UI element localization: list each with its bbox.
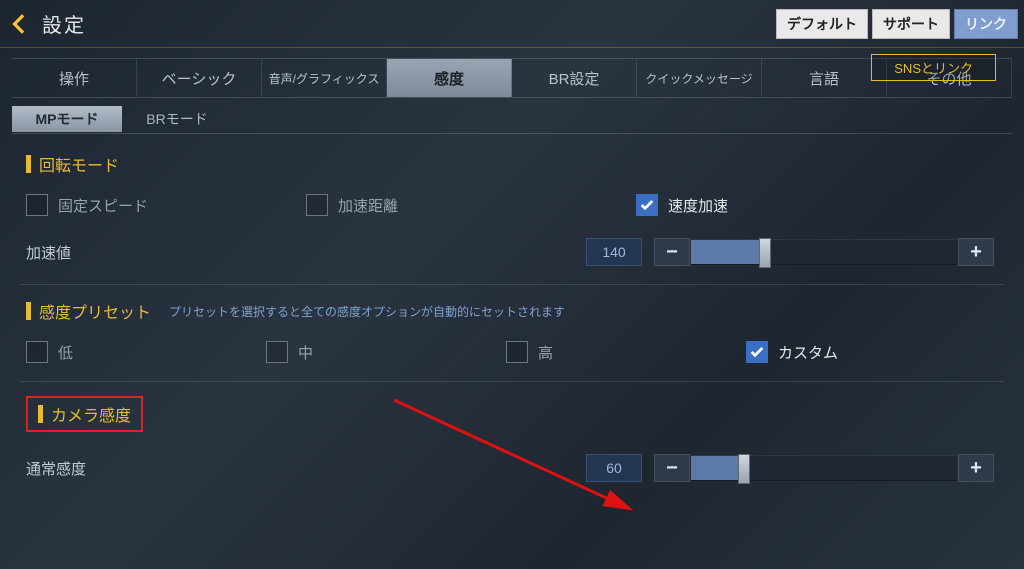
slider-track[interactable] [691, 455, 957, 481]
checkbox-checked-icon [746, 341, 768, 363]
slider-increment[interactable]: + [958, 238, 994, 266]
accel-value-box: 140 [586, 238, 642, 266]
checkbox-icon [26, 194, 48, 216]
option-preset-custom[interactable]: カスタム [746, 341, 986, 363]
slider-knob[interactable] [738, 454, 750, 484]
accel-slider: − + [654, 238, 994, 266]
link-button[interactable]: リンク [954, 9, 1018, 39]
header-bar: 設定 デフォルト サポート リンク [0, 0, 1024, 48]
checkbox-icon [26, 341, 48, 363]
option-speed-accel[interactable]: 速度加速 [636, 194, 876, 216]
option-preset-mid[interactable]: 中 [266, 341, 506, 363]
normal-sens-value: 60 [586, 454, 642, 482]
slider-increment[interactable]: + [958, 454, 994, 482]
tab-basic[interactable]: ベーシック [137, 59, 262, 97]
section-accent-bar [38, 405, 43, 423]
option-fixed-speed[interactable]: 固定スピード [26, 194, 306, 216]
option-label: 低 [58, 342, 73, 363]
tab-sensitivity[interactable]: 感度 [387, 59, 512, 97]
section-accent-bar [26, 302, 31, 320]
page-title: 設定 [42, 9, 86, 38]
sns-link-badge[interactable]: SNSとリンク [871, 54, 996, 81]
accel-value-label: 加速値 [26, 242, 586, 263]
tab-language[interactable]: 言語 [762, 59, 887, 97]
section-camera: カメラ感度 通常感度 60 − + [20, 382, 1004, 490]
tab-br-settings[interactable]: BR設定 [512, 59, 637, 97]
option-preset-low[interactable]: 低 [26, 341, 266, 363]
subtab-mp[interactable]: MPモード [12, 106, 122, 132]
support-button[interactable]: サポート [872, 9, 950, 39]
back-icon[interactable] [6, 9, 36, 39]
preset-note: プリセットを選択すると全ての感度オプションが自動的にセットされます [169, 303, 565, 320]
tab-quick-message[interactable]: クイックメッセージ [637, 59, 762, 97]
normal-sens-label: 通常感度 [26, 458, 586, 479]
option-accel-distance[interactable]: 加速距離 [306, 194, 636, 216]
section-preset: 感度プリセット プリセットを選択すると全ての感度オプションが自動的にセットされま… [20, 285, 1004, 382]
option-label: 高 [538, 342, 553, 363]
section-title-rotation: 回転モード [39, 152, 119, 176]
checkbox-icon [306, 194, 328, 216]
section-title-preset: 感度プリセット [39, 299, 151, 323]
main-tabs: 操作 ベーシック 音声/グラフィックス 感度 BR設定 クイックメッセージ 言語… [12, 58, 1012, 98]
tab-controls[interactable]: 操作 [12, 59, 137, 97]
slider-decrement[interactable]: − [654, 454, 690, 482]
slider-knob[interactable] [759, 238, 771, 268]
option-label: カスタム [778, 342, 838, 363]
checkbox-icon [266, 341, 288, 363]
slider-decrement[interactable]: − [654, 238, 690, 266]
option-label: 固定スピード [58, 195, 148, 216]
checkbox-checked-icon [636, 194, 658, 216]
section-accent-bar [26, 155, 31, 173]
section-title-camera: カメラ感度 [51, 402, 131, 426]
mode-subtabs: MPモード BRモード [12, 104, 1012, 134]
section-rotation: 回転モード 固定スピード 加速距離 速度加速 加速値 140 − [20, 138, 1004, 285]
default-button[interactable]: デフォルト [776, 9, 868, 39]
highlight-annotation: カメラ感度 [26, 396, 143, 432]
option-label: 中 [298, 342, 313, 363]
option-label: 速度加速 [668, 195, 728, 216]
subtab-br[interactable]: BRモード [122, 106, 232, 132]
slider-track[interactable] [691, 239, 957, 265]
option-preset-high[interactable]: 高 [506, 341, 746, 363]
settings-panel: 回転モード 固定スピード 加速距離 速度加速 加速値 140 − [12, 134, 1012, 494]
tab-audio-graphics[interactable]: 音声/グラフィックス [262, 59, 387, 97]
checkbox-icon [506, 341, 528, 363]
option-label: 加速距離 [338, 195, 398, 216]
normal-sens-slider: − + [654, 454, 994, 482]
